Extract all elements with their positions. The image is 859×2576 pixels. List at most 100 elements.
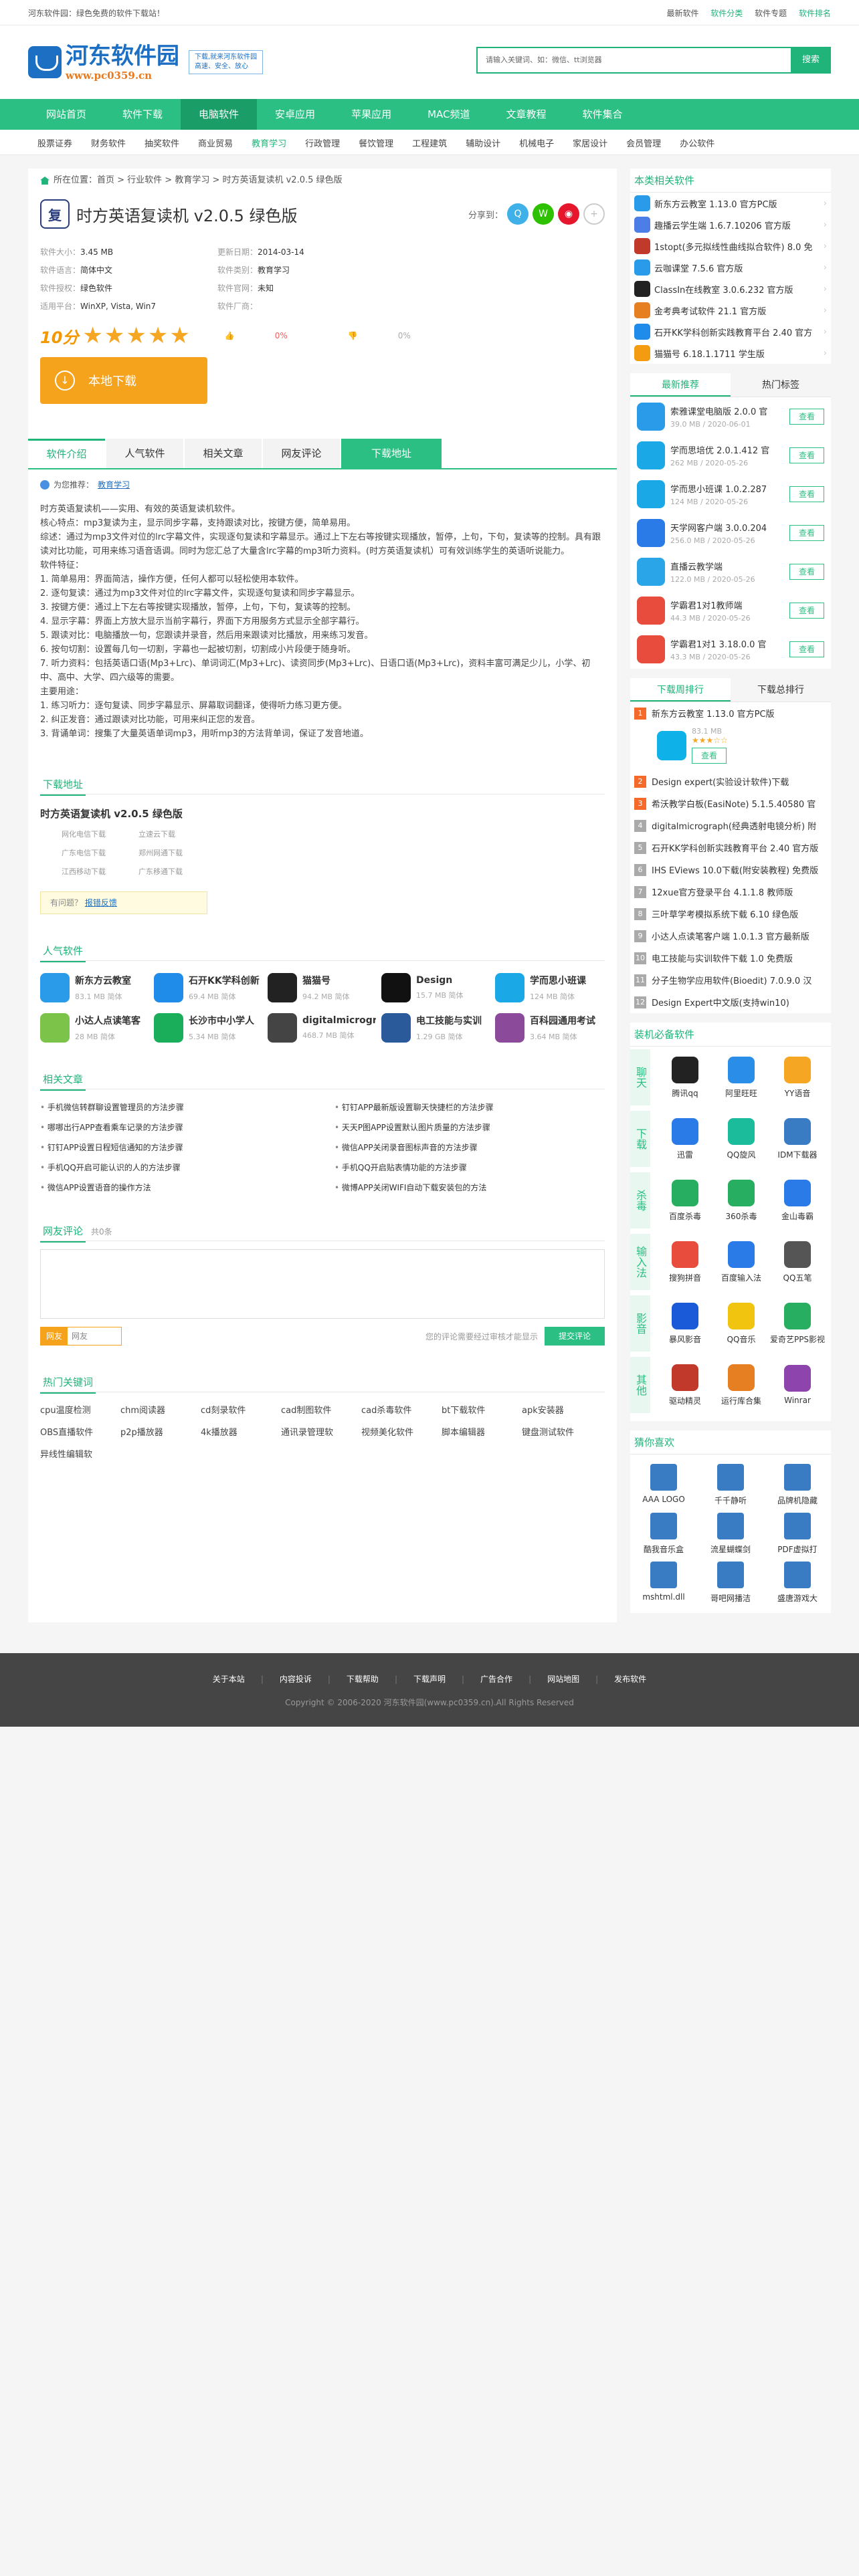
new-rec-name[interactable]: 学霸君1对1教师端 [670, 599, 789, 611]
related-item[interactable]: 云咖课堂 7.5.6 官方版 › [630, 257, 831, 278]
subnav-item[interactable]: 行政管理 [296, 136, 349, 149]
guess-item[interactable]: 酷我音乐盒 [630, 1513, 697, 1555]
must-app[interactable]: 运行库合集 [713, 1364, 769, 1406]
recommend-link[interactable]: 教育学习 [98, 479, 130, 490]
nickname-field[interactable]: 网友 网友 [40, 1327, 122, 1346]
keyword-link[interactable]: apk安装器 [522, 1403, 602, 1416]
article-link[interactable]: 手机QQ开启贴表情功能的方法步骤 [335, 1162, 615, 1173]
nav-item[interactable]: 苹果应用 [333, 99, 409, 130]
must-app[interactable]: 360杀毒 [713, 1179, 769, 1222]
article-link[interactable]: 钉钉APP设置日程短信通知的方法步骤 [40, 1142, 335, 1153]
must-app[interactable]: YY语音 [769, 1056, 826, 1099]
mirror-link[interactable]: 江西移动下载 [40, 866, 117, 877]
more-share-icon[interactable]: + [583, 203, 605, 225]
footer-link[interactable]: 网站地图 [547, 1675, 579, 1684]
rank-item[interactable]: 7 12xue官方登录平台 4.1.1.8 教师版 [630, 881, 831, 903]
top-link-topic[interactable]: 软件专题 [755, 9, 787, 18]
rank-item[interactable]: 12 Design Expert中文版(支持win10) [630, 991, 831, 1013]
comment-textarea[interactable] [40, 1249, 605, 1319]
keyword-link[interactable]: chm阅读器 [120, 1403, 201, 1416]
thumb-down-icon[interactable]: 👎 [348, 331, 358, 340]
keyword-link[interactable]: OBS直播软件 [40, 1425, 120, 1438]
keyword-link[interactable]: 键盘测试软件 [522, 1425, 602, 1438]
keyword-link[interactable]: 4k播放器 [201, 1425, 281, 1438]
nav-item[interactable]: 文章教程 [488, 99, 565, 130]
article-link[interactable]: 微博APP关闭WIFI自动下载安装包的方法 [335, 1182, 615, 1193]
guess-item[interactable]: 哥吧网播洁 [697, 1562, 764, 1604]
qq-share-icon[interactable]: Q [507, 203, 529, 225]
footer-link[interactable]: 广告合作 [480, 1675, 512, 1684]
info-value[interactable]: 未知 [258, 284, 274, 293]
new-rec-name[interactable]: 学而思小班课 1.0.2.287 [670, 482, 789, 495]
search-input[interactable]: 请输入关键词、如：微信、tt浏览器 [476, 47, 791, 74]
must-app[interactable]: 迅雷 [657, 1117, 713, 1160]
subnav-item[interactable]: 家居设计 [563, 136, 617, 149]
rank-item[interactable]: 3 希沃教学白板(EasiNote) 5.1.5.40580 官 [630, 792, 831, 815]
rank-item[interactable]: 1 新东方云教室 1.13.0 官方PC版 [630, 702, 831, 724]
weibo-share-icon[interactable]: ◉ [558, 203, 579, 225]
must-app[interactable]: QQ旋风 [713, 1117, 769, 1160]
tab-item[interactable]: 软件介绍 [28, 439, 105, 468]
footer-link[interactable]: 下载帮助 [347, 1675, 379, 1684]
tab-week-rank[interactable]: 下载周排行 [630, 678, 731, 702]
keyword-link[interactable]: p2p播放器 [120, 1425, 201, 1438]
must-app[interactable]: 暴风影音 [657, 1302, 713, 1345]
must-app[interactable]: 阿里旺旺 [713, 1056, 769, 1099]
article-link[interactable]: 微信APP设置语音的操作方法 [40, 1182, 335, 1193]
mirror-link[interactable]: 广东电信下载 [40, 847, 117, 858]
subnav-item[interactable]: 辅助设计 [456, 136, 510, 149]
rank-item[interactable]: 5 石开KK学科创新实践教育平台 2.40 官方版 [630, 837, 831, 859]
new-rec-name[interactable]: 学霸君1对1 3.18.0.0 官 [670, 637, 789, 650]
rank-item[interactable]: 11 分子生物学应用软件(Bioedit) 7.0.9.0 汉 [630, 969, 831, 991]
wechat-share-icon[interactable]: W [533, 203, 554, 225]
must-app[interactable]: 百度输入法 [713, 1241, 769, 1283]
keyword-link[interactable]: 视频美化软件 [361, 1425, 442, 1438]
rank-item[interactable]: 8 三叶草学考模拟系统下载 6.10 绿色版 [630, 903, 831, 925]
site-logo[interactable]: 河东软件园 www.pc0359.cn 下载,就来河东软件园 高速、安全、放心 [28, 43, 264, 82]
must-app[interactable]: Winrar [769, 1365, 826, 1405]
subnav-item[interactable]: 会员管理 [617, 136, 670, 149]
hot-item[interactable]: digitalmicrogr 468.7 MB 简体 [268, 1013, 381, 1043]
new-rec-name[interactable]: 学而思培优 2.0.1.412 官 [670, 443, 789, 456]
subnav-item[interactable]: 抽奖软件 [135, 136, 189, 149]
hot-item[interactable]: Design 15.7 MB 简体 [381, 973, 495, 1002]
article-link[interactable]: 微信APP关闭录音图标声音的方法步骤 [335, 1142, 615, 1153]
subnav-item[interactable]: 财务软件 [82, 136, 135, 149]
keyword-link[interactable]: cpu温度检测 [40, 1403, 120, 1416]
thumb-up-icon[interactable]: 👍 [225, 331, 235, 340]
subnav-item[interactable]: 餐饮管理 [349, 136, 403, 149]
new-rec-name[interactable]: 直播云教学端 [670, 560, 789, 572]
related-item[interactable]: 金考典考试软件 21.1 官方版 › [630, 300, 831, 321]
hot-item[interactable]: 长沙市中小学人 5.34 MB 简体 [154, 1013, 268, 1043]
footer-link[interactable]: 下载声明 [413, 1675, 446, 1684]
guess-item[interactable]: 品牌机隐藏 [764, 1464, 831, 1506]
view-button[interactable]: 查看 [789, 525, 824, 541]
view-button[interactable]: 查看 [789, 603, 824, 619]
nav-item[interactable]: MAC频道 [409, 99, 488, 130]
tab-item[interactable]: 人气软件 [106, 439, 183, 468]
hot-item[interactable]: 电工技能与实训 1.29 GB 简体 [381, 1013, 495, 1043]
guess-item[interactable]: 千千静听 [697, 1464, 764, 1506]
related-item[interactable]: 石开KK学科创新实践教育平台 2.40 官方 › [630, 321, 831, 342]
nav-item[interactable]: 安卓应用 [257, 99, 333, 130]
mirror-link[interactable]: 郑州网通下载 [117, 847, 194, 858]
footer-link[interactable]: 关于本站 [213, 1675, 245, 1684]
must-app[interactable]: QQ音乐 [713, 1302, 769, 1345]
tab-new[interactable]: 最新推荐 [630, 373, 731, 397]
guess-item[interactable]: PDF虚拟打 [764, 1513, 831, 1555]
new-rec-name[interactable]: 索雅课堂电脑版 2.0.0 官 [670, 405, 789, 417]
article-link[interactable]: 手机QQ开启可能认识的人的方法步骤 [40, 1162, 335, 1173]
must-app[interactable]: 驱动精灵 [657, 1364, 713, 1406]
keyword-link[interactable]: cad制图软件 [281, 1403, 361, 1416]
footer-link[interactable]: 发布软件 [614, 1675, 646, 1684]
must-app[interactable]: IDM下载器 [769, 1117, 826, 1160]
report-link[interactable]: 报错反馈 [85, 898, 117, 907]
rank-item[interactable]: 9 小达人点读笔客户端 1.0.1.3 官方最新版 [630, 925, 831, 947]
guess-item[interactable]: 盛唐游戏大 [764, 1562, 831, 1604]
subnav-item[interactable]: 办公软件 [670, 136, 724, 149]
keyword-link[interactable]: cd刻录软件 [201, 1403, 281, 1416]
hot-item[interactable]: 猫猫号 94.2 MB 简体 [268, 973, 381, 1002]
article-link[interactable]: 手机微信转群聊设置管理员的方法步骤 [40, 1101, 335, 1113]
related-item[interactable]: 猫猫号 6.18.1.1711 学生版 › [630, 342, 831, 364]
view-button[interactable]: 查看 [789, 447, 824, 463]
